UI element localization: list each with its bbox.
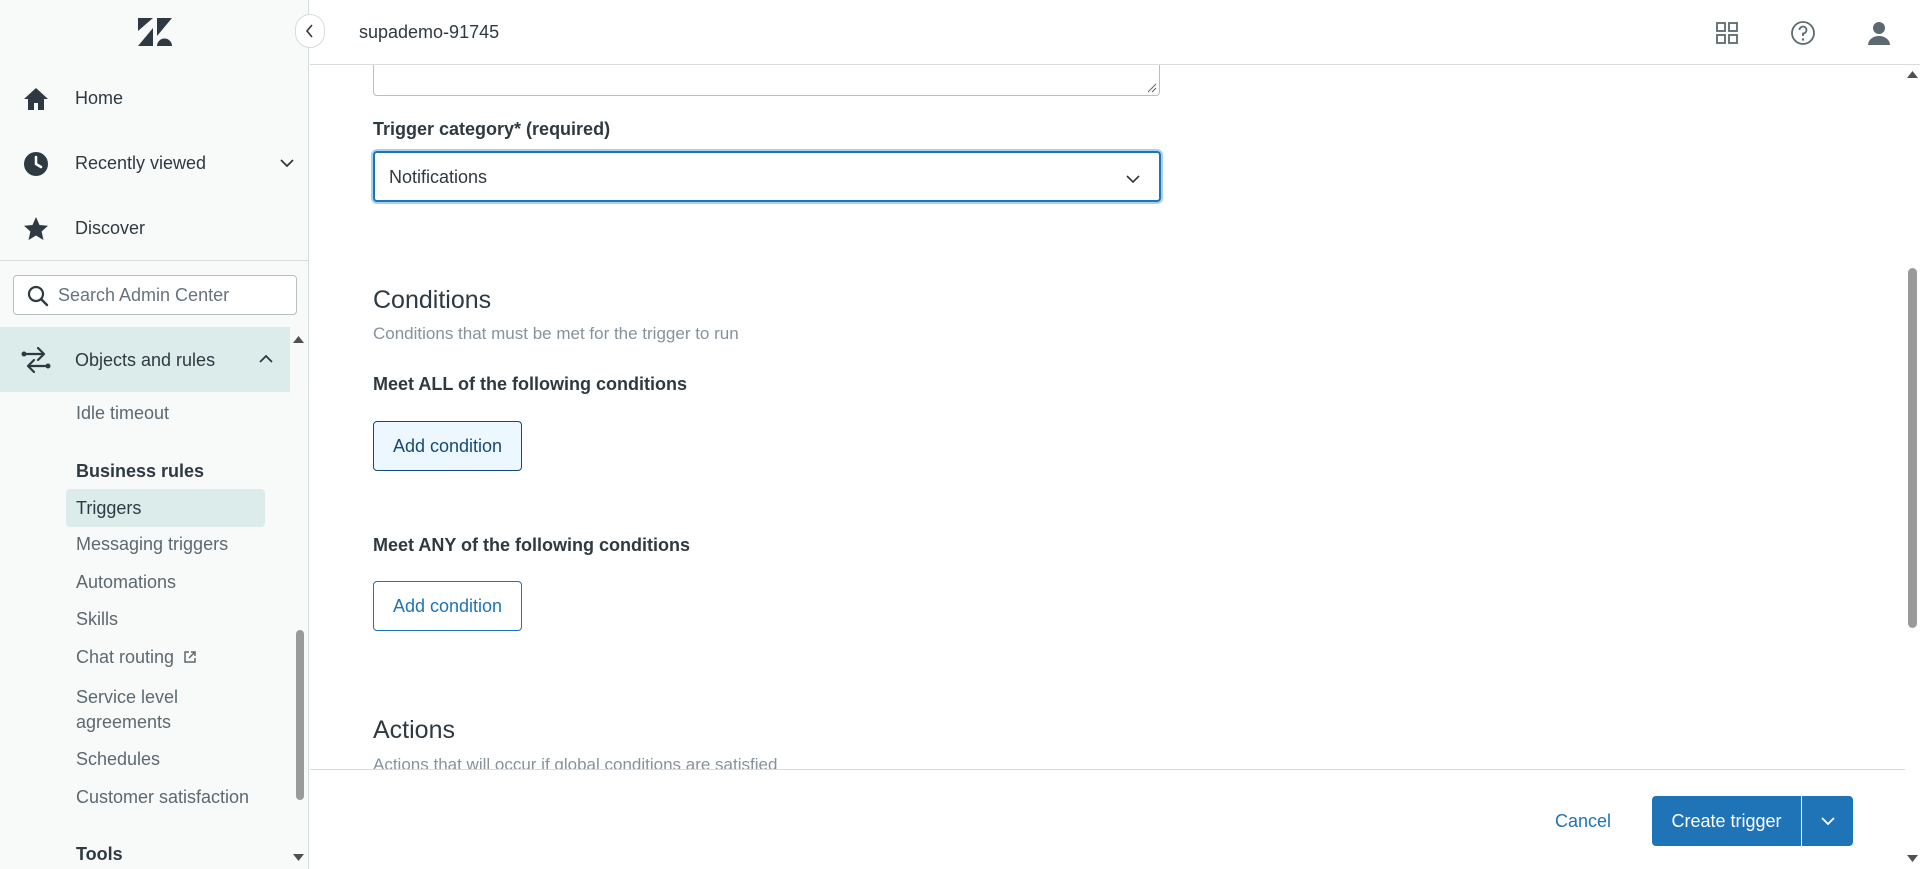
chevron-down-icon — [1126, 175, 1140, 184]
meet-all-label: Meet ALL of the following conditions — [373, 374, 687, 394]
cancel-button[interactable]: Cancel — [1555, 811, 1611, 832]
sidebar: Home Recently viewed Discover Objects an — [0, 0, 309, 869]
search-icon — [27, 285, 49, 307]
conditions-heading: Conditions — [373, 286, 492, 314]
sidebar-item-schedules[interactable]: Schedules — [76, 747, 160, 772]
add-condition-any-button[interactable]: Add condition — [373, 581, 522, 631]
home-icon — [24, 88, 48, 110]
sidebar-item-skills[interactable]: Skills — [76, 607, 118, 632]
main-scrollbar-thumb[interactable] — [1908, 268, 1917, 628]
sidebar-item-customer-satisfaction[interactable]: Customer satisfaction — [76, 785, 249, 810]
sidebar-item-sla[interactable]: Service level agreements — [76, 685, 178, 735]
clock-icon — [24, 152, 48, 176]
sidebar-item-chat-routing[interactable]: Chat routing — [76, 645, 197, 670]
scroll-down-icon[interactable] — [1905, 853, 1920, 865]
scroll-up-icon[interactable] — [292, 333, 305, 345]
sidebar-section-objects-and-rules[interactable]: Objects and rules — [0, 327, 290, 392]
top-bar: supademo-91745 — [310, 0, 1920, 65]
collapse-sidebar-button[interactable] — [295, 14, 325, 48]
trigger-category-select[interactable]: Notifications — [373, 151, 1161, 202]
sidebar-item-idle-timeout[interactable]: Idle timeout — [76, 401, 169, 426]
sidebar-item-label-line1: Service level — [76, 687, 179, 707]
help-icon[interactable] — [1788, 18, 1818, 48]
trigger-category-label: Trigger category* (required) — [373, 119, 611, 139]
description-textarea[interactable] — [373, 65, 1160, 96]
chevron-left-icon — [305, 24, 313, 38]
sidebar-group-tools: Tools — [76, 844, 123, 864]
sidebar-item-label: Home — [75, 87, 124, 108]
chevron-up-icon — [259, 354, 273, 363]
actions-heading: Actions — [373, 716, 455, 744]
create-trigger-menu-button[interactable] — [1802, 796, 1853, 846]
search-input[interactable] — [58, 276, 288, 314]
user-avatar-icon[interactable] — [1864, 18, 1894, 48]
external-link-icon — [184, 651, 196, 663]
sidebar-item-recently-viewed[interactable]: Recently viewed — [0, 133, 309, 193]
sidebar-item-automations[interactable]: Automations — [76, 570, 176, 595]
section-label: Objects and rules — [75, 350, 216, 370]
star-icon — [24, 217, 48, 240]
conditions-hint: Conditions that must be met for the trig… — [373, 324, 739, 343]
meet-any-label: Meet ANY of the following conditions — [373, 535, 690, 555]
chevron-down-icon — [280, 159, 294, 168]
trigger-form: Trigger category* (required) Notificatio… — [310, 65, 1908, 769]
sidebar-group-business-rules: Business rules — [76, 461, 205, 481]
sidebar-item-label: Discover — [75, 217, 146, 238]
actions-hint: Actions that will occur if global condit… — [373, 755, 778, 769]
sidebar-item-label-line2: agreements — [76, 712, 172, 732]
sidebar-item-home[interactable]: Home — [0, 68, 309, 128]
zendesk-logo-icon[interactable] — [138, 18, 172, 46]
products-grid-icon[interactable] — [1712, 18, 1742, 48]
scroll-up-icon[interactable] — [1905, 68, 1920, 80]
sidebar-item-messaging-triggers[interactable]: Messaging triggers — [76, 532, 228, 557]
form-footer: Cancel Create trigger — [310, 769, 1905, 869]
resize-handle-icon[interactable] — [1147, 83, 1157, 93]
objects-rules-icon — [21, 346, 51, 374]
scroll-down-icon[interactable] — [292, 852, 305, 864]
sidebar-item-discover[interactable]: Discover — [0, 198, 309, 258]
sidebar-divider — [0, 260, 309, 261]
admin-search[interactable] — [13, 275, 297, 315]
chevron-down-icon — [1820, 817, 1835, 826]
selected-value: Notifications — [389, 167, 488, 187]
sidebar-item-label: Recently viewed — [75, 152, 207, 173]
sidebar-item-label: Chat routing — [76, 647, 175, 667]
add-condition-all-button[interactable]: Add condition — [373, 421, 522, 471]
sidebar-item-triggers[interactable]: Triggers — [66, 489, 265, 527]
sidebar-scrollbar-thumb[interactable] — [296, 630, 304, 800]
create-trigger-button[interactable]: Create trigger — [1652, 796, 1801, 846]
account-name: supademo-91745 — [359, 22, 500, 42]
